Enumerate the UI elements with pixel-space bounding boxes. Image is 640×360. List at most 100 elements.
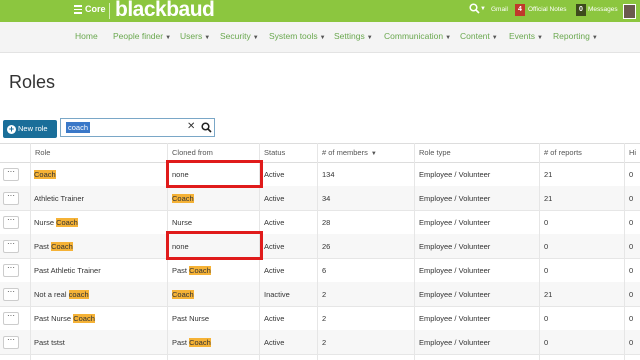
cell-role[interactable]: Coach [34, 170, 56, 179]
nav-system-tools[interactable]: System tools ▼ [269, 31, 326, 41]
cell-role-type: Employee / Volunteer [419, 314, 491, 323]
col-role-type[interactable]: Role type [419, 148, 451, 157]
cell-members: 134 [322, 170, 335, 179]
gmail-link[interactable]: Gmail [491, 6, 508, 13]
nav-people-finder[interactable]: People finder ▼ [113, 31, 171, 41]
row-actions-icon[interactable]: ··· [3, 312, 19, 325]
cell-status: Active [264, 170, 285, 179]
row-actions-icon[interactable]: ··· [3, 288, 19, 301]
official-notes-link[interactable]: Official Notes [528, 6, 567, 13]
cell-role[interactable]: Past Nurse Coach [34, 314, 95, 323]
chevron-down-icon: ▼ [204, 35, 211, 41]
nav-security[interactable]: Security ▼ [220, 31, 259, 41]
avatar[interactable] [623, 4, 636, 19]
table-row[interactable]: ··· Past Nurse Coach Past Nurse Active 2 Empl… [0, 306, 640, 331]
search-dropdown-icon[interactable]: ▼ [480, 6, 486, 12]
blackbaud-logo[interactable]: blackbaud [115, 0, 215, 22]
chevron-down-icon: ▼ [319, 35, 326, 41]
menu-icon[interactable] [74, 5, 82, 16]
cell-hi: 0 [629, 242, 634, 251]
cell-status: Active [264, 266, 285, 275]
cell-hi: 0 [629, 170, 634, 179]
nav-content[interactable]: Content ▼ [460, 31, 498, 41]
table-row[interactable]: ··· Not a real coach Coach Inactive 2 Employe… [0, 282, 640, 307]
nav-settings[interactable]: Settings ▼ [334, 31, 373, 41]
column-divider [539, 143, 540, 360]
search-input[interactable]: coach ✕ [60, 118, 215, 137]
brand-separator [109, 3, 110, 19]
cell-hi: 0 [629, 218, 634, 227]
sort-desc-icon: ▼ [370, 151, 377, 157]
cell-members: 2 [322, 314, 327, 323]
col-status[interactable]: Status [264, 148, 285, 157]
cell-members: 28 [322, 218, 331, 227]
row-actions-icon[interactable]: ··· [3, 240, 19, 253]
cell-cloned-from: Coach [172, 290, 194, 299]
search-match-highlight: Coach [189, 266, 211, 275]
cell-status: Active [264, 338, 285, 347]
search-match-highlight: coach [68, 290, 89, 299]
col-reports[interactable]: # of reports [544, 148, 582, 157]
plus-icon: + [7, 124, 16, 134]
nav-home[interactable]: Home [75, 31, 98, 41]
nav-communication[interactable]: Communication ▼ [384, 31, 451, 41]
official-notes-badge[interactable]: 4 [515, 4, 525, 16]
chevron-down-icon: ▼ [491, 35, 498, 41]
search-icon[interactable] [469, 3, 480, 14]
table-row[interactable]: ··· Coach none Active 134 Employee / Voluntee… [0, 162, 640, 187]
new-role-button[interactable]: + New role [3, 120, 57, 138]
cell-role[interactable]: Nurse Coach [34, 218, 78, 227]
cell-role-type: Employee / Volunteer [419, 194, 491, 203]
cell-role[interactable]: Past Athletic Trainer [34, 266, 101, 275]
table-row[interactable]: ··· Past Athletic Trainer Past Coach Active… [0, 258, 640, 283]
search-match-highlight: Coach [189, 338, 211, 347]
cell-cloned-from-text: Past [172, 266, 190, 275]
search-match-highlight: Coach [56, 218, 78, 227]
column-divider [624, 143, 625, 360]
row-actions-icon[interactable]: ··· [3, 168, 19, 181]
nav-reporting[interactable]: Reporting ▼ [553, 31, 598, 41]
col-hi[interactable]: Hi [629, 148, 636, 157]
row-actions-icon[interactable]: ··· [3, 264, 19, 277]
cell-hi: 0 [629, 338, 634, 347]
cell-cloned-from-text: Nurse [172, 218, 193, 227]
cell-role-type: Employee / Volunteer [419, 266, 491, 275]
cell-role[interactable]: Athletic Trainer [34, 194, 84, 203]
cell-role[interactable]: Past tstst [34, 338, 65, 347]
table-row[interactable]: ··· Nurse Coach Nurse Active 28 Employee / Vo… [0, 210, 640, 235]
nav-users[interactable]: Users ▼ [180, 31, 210, 41]
cell-members: 2 [322, 338, 327, 347]
chevron-down-icon: ▼ [252, 35, 259, 41]
cell-cloned-from: Nurse [172, 218, 192, 227]
clear-icon[interactable]: ✕ [187, 121, 195, 132]
col-members[interactable]: # of members ▼ [322, 148, 377, 157]
search-match-highlight: Coach [51, 242, 73, 251]
cell-role[interactable]: Past Coach [34, 242, 73, 251]
cell-hi: 0 [629, 266, 634, 275]
search-input-value[interactable]: coach [66, 122, 91, 133]
cell-role[interactable]: Not a real coach [34, 290, 89, 299]
cell-hi: 0 [629, 314, 634, 323]
search-match-highlight: Coach [172, 194, 194, 203]
core-label[interactable]: Core [85, 4, 106, 14]
table-row[interactable]: ··· Past tstst Past Coach Active 2 Employee /… [0, 330, 640, 355]
col-role[interactable]: Role [35, 148, 50, 157]
table-row[interactable]: ··· Past Coach none Active 26 Employee / Volu… [0, 234, 640, 259]
search-icon[interactable] [201, 122, 212, 133]
col-cloned-from[interactable]: Cloned from [172, 148, 213, 157]
cell-role-text: Past Nurse [34, 314, 74, 323]
cell-cloned-from-text: Past [172, 338, 190, 347]
row-actions-icon[interactable]: ··· [3, 192, 19, 205]
cell-members: 34 [322, 194, 331, 203]
chevron-down-icon: ▼ [591, 35, 598, 41]
messages-badge[interactable]: 0 [576, 4, 586, 16]
table-row[interactable]: ··· Athletic Trainer Coach Active 34 Employee… [0, 186, 640, 211]
nav-events[interactable]: Events ▼ [509, 31, 543, 41]
cell-role-type: Employee / Volunteer [419, 242, 491, 251]
row-actions-icon[interactable]: ··· [3, 336, 19, 349]
messages-link[interactable]: Messages [588, 6, 618, 13]
cell-role-type: Employee / Volunteer [419, 338, 491, 347]
cell-hi: 0 [629, 290, 634, 299]
cell-status: Active [264, 242, 285, 251]
row-actions-icon[interactable]: ··· [3, 216, 19, 229]
